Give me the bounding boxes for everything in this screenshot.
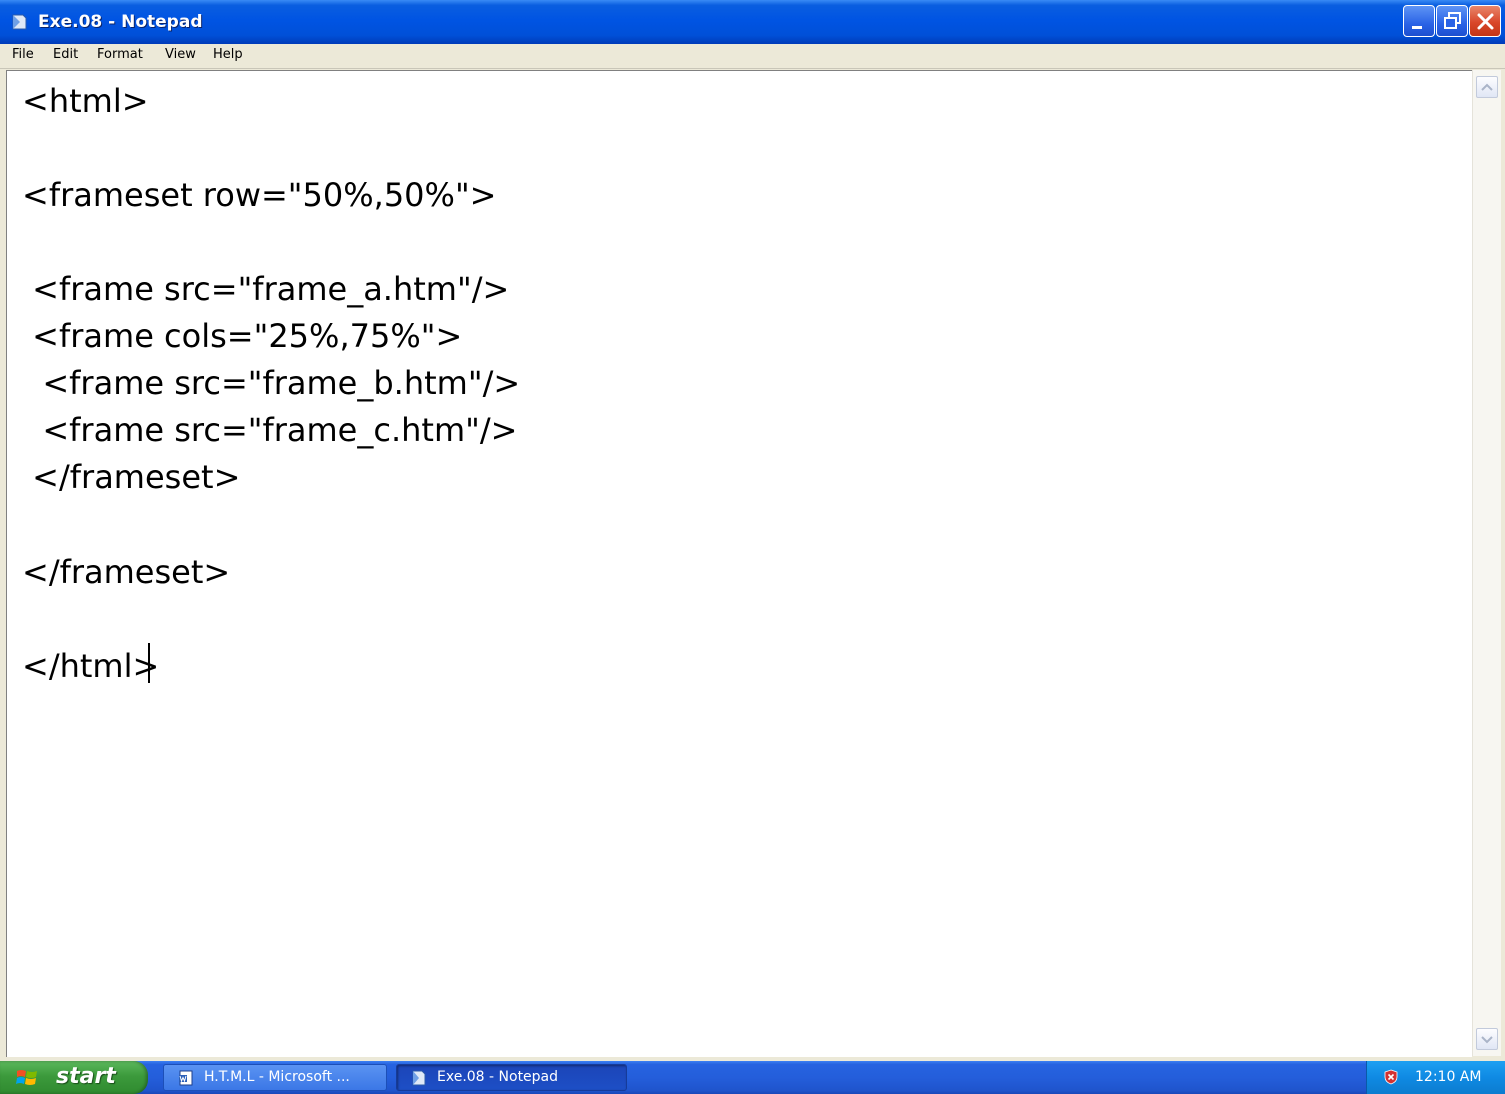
- code-line: <html>: [22, 82, 149, 120]
- menu-bar: File Edit Format View Help: [0, 44, 1505, 69]
- minimize-button[interactable]: [1403, 5, 1435, 37]
- menu-view[interactable]: View: [165, 47, 196, 62]
- taskbar: start H.T.M.L - Microsoft ... Exe.08 - N…: [0, 1061, 1505, 1094]
- minimize-icon: [1412, 26, 1422, 29]
- code-line: <frame src="frame_c.htm"/>: [22, 411, 518, 449]
- restore-button[interactable]: [1436, 5, 1468, 37]
- taskbar-item-label: H.T.M.L - Microsoft ...: [204, 1069, 350, 1085]
- code-line: <frameset row="50%,50%">: [22, 176, 497, 214]
- title-bar[interactable]: Exe.08 - Notepad: [0, 0, 1505, 44]
- text-caret: [148, 643, 150, 683]
- code-line: <frame cols="25%,75%">: [22, 317, 463, 355]
- code-line: </frameset>: [22, 553, 231, 591]
- close-icon: [1477, 13, 1494, 30]
- menu-format[interactable]: Format: [97, 47, 143, 62]
- chevron-up-icon: [1481, 83, 1493, 91]
- system-tray: 12:10 AM: [1366, 1061, 1505, 1094]
- menu-edit[interactable]: Edit: [53, 47, 78, 62]
- vertical-scrollbar[interactable]: [1472, 70, 1501, 1056]
- menu-help[interactable]: Help: [213, 47, 243, 62]
- close-button[interactable]: [1469, 5, 1501, 37]
- code-line: </frameset>: [22, 458, 241, 496]
- code-line: <frame src="frame_b.htm"/>: [22, 364, 521, 402]
- taskbar-item-label: Exe.08 - Notepad: [437, 1069, 559, 1085]
- security-shield-icon[interactable]: [1383, 1069, 1399, 1085]
- clock[interactable]: 12:10 AM: [1415, 1069, 1481, 1085]
- text-editor[interactable]: <html> <frameset row="50%,50%"> <frame s…: [6, 70, 1472, 1057]
- scroll-up-button[interactable]: [1476, 76, 1498, 98]
- scroll-down-button[interactable]: [1476, 1028, 1498, 1050]
- window-title: Exe.08 - Notepad: [38, 12, 203, 32]
- word-doc-icon: [179, 1070, 193, 1086]
- notepad-icon: [12, 14, 27, 30]
- taskbar-item-notepad[interactable]: Exe.08 - Notepad: [396, 1064, 627, 1091]
- chevron-down-icon: [1481, 1036, 1493, 1044]
- restore-icon: [1444, 12, 1461, 29]
- menu-file[interactable]: File: [12, 47, 34, 62]
- code-line: </html>: [22, 647, 160, 685]
- taskbar-item-word[interactable]: H.T.M.L - Microsoft ...: [163, 1064, 387, 1091]
- start-label: start: [56, 1064, 116, 1089]
- windows-logo-icon: [16, 1070, 37, 1085]
- notepad-icon: [412, 1070, 426, 1086]
- start-button[interactable]: start: [0, 1061, 148, 1094]
- code-line: <frame src="frame_a.htm"/>: [22, 270, 510, 308]
